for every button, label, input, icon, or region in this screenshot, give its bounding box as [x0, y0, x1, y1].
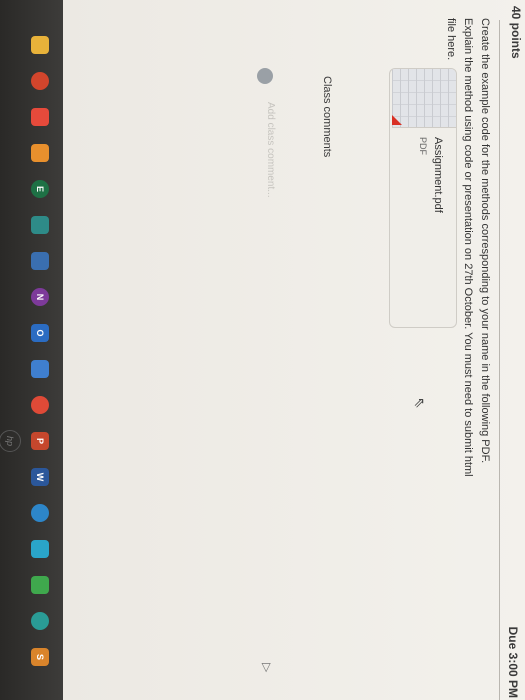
excel-icon[interactable]: E — [31, 180, 49, 198]
onenote-icon[interactable]: N — [31, 288, 49, 306]
app-red-icon[interactable] — [31, 72, 49, 90]
taskbar: hp E NO PW S — [0, 0, 63, 700]
attachment-card[interactable]: Assignment.pdf PDF — [389, 68, 457, 328]
assignment-page: 40 points Due 3:00 PM Create the example… — [63, 0, 525, 700]
class-comment-input[interactable] — [264, 100, 277, 284]
outlook-icon[interactable]: O — [31, 324, 49, 342]
app-teal2-icon[interactable] — [31, 612, 49, 630]
store-icon[interactable] — [31, 252, 49, 270]
avatar — [257, 68, 273, 84]
file-explorer-icon[interactable] — [31, 36, 49, 54]
class-comments-heading: Class comments — [321, 76, 333, 158]
word-icon[interactable]: W — [31, 468, 49, 486]
attachment-type: PDF — [418, 137, 428, 155]
chrome-icon[interactable] — [31, 108, 49, 126]
hp-logo-icon: hp — [0, 430, 21, 452]
app-orange-icon[interactable]: S — [31, 648, 49, 666]
app-green-icon[interactable] — [31, 576, 49, 594]
attachment-name: Assignment.pdf — [432, 137, 444, 213]
mouse-cursor-icon: ⇖ — [412, 397, 428, 409]
firefox-icon[interactable] — [31, 144, 49, 162]
powerpoint-icon[interactable]: P — [31, 432, 49, 450]
app-cyan-icon[interactable] — [31, 540, 49, 558]
app-blue-icon[interactable] — [31, 360, 49, 378]
edge-icon[interactable] — [31, 504, 49, 522]
due-label: Due 3:00 PM — [506, 626, 520, 698]
points-label: 40 points — [509, 6, 523, 59]
send-icon[interactable]: ▷ — [260, 663, 274, 672]
laptop-screen: 40 points Due 3:00 PM Create the example… — [0, 0, 525, 700]
chrome-2-icon[interactable] — [31, 396, 49, 414]
header-divider — [499, 20, 500, 700]
pdf-corner-icon — [392, 115, 402, 125]
app-teal-icon[interactable] — [31, 216, 49, 234]
